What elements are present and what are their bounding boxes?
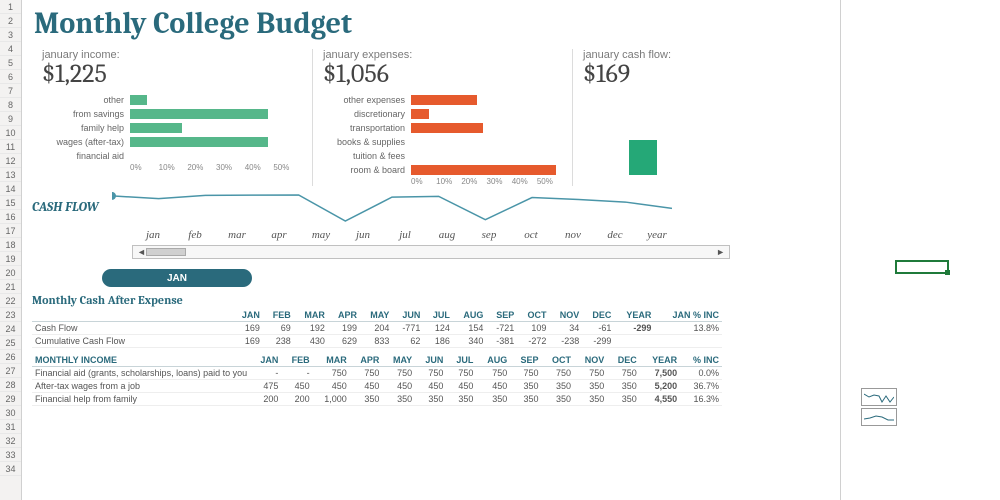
scroll-right-icon[interactable]: ►	[716, 247, 725, 257]
sparkline-thumbnail[interactable]	[861, 408, 897, 426]
bar-row: transportation	[323, 121, 562, 135]
month-label[interactable]: dec	[594, 229, 636, 241]
month-label[interactable]: nov	[552, 229, 594, 241]
cashflow-section: CASH FLOW janfebmaraprmayjunjulaugsepoct…	[32, 192, 830, 259]
side-pane	[840, 0, 1000, 500]
month-label[interactable]: year	[636, 229, 678, 241]
expense-card: january expenses: $1,056 other expensesd…	[312, 49, 572, 186]
sparkline-thumbnail[interactable]	[861, 388, 897, 406]
cashflow-sparkline	[112, 192, 672, 224]
month-label[interactable]: jul	[384, 229, 426, 241]
months-axis: janfebmaraprmayjunjulaugsepoctnovdecyear	[32, 229, 830, 241]
bar-row: discretionary	[323, 107, 562, 121]
table-row[interactable]: Financial aid (grants, scholarships, loa…	[32, 367, 722, 380]
selected-cell-indicator[interactable]	[895, 260, 949, 274]
income-table[interactable]: MONTHLY INCOMEJANFEBMARAPRMAYJUNJULAUGSE…	[32, 354, 722, 406]
month-label[interactable]: may	[300, 229, 342, 241]
month-label[interactable]: mar	[216, 229, 258, 241]
cashflow-bar-chart	[583, 95, 702, 175]
bar-row: family help	[42, 121, 302, 135]
month-label[interactable]: jun	[342, 229, 384, 241]
scrollbar[interactable]: ◄ ►	[132, 245, 730, 259]
month-label[interactable]: aug	[426, 229, 468, 241]
month-label[interactable]: apr	[258, 229, 300, 241]
table-row[interactable]: Cumulative Cash Flow16923843062983362186…	[32, 335, 722, 348]
table-row[interactable]: Financial help from family2002001,000350…	[32, 393, 722, 406]
table-row[interactable]: Cash Flow16969192199204-771124154-721109…	[32, 322, 722, 335]
bar-row: room & board	[323, 163, 562, 177]
month-label[interactable]: oct	[510, 229, 552, 241]
bar-row: tuition & fees	[323, 149, 562, 163]
bar-row: other expenses	[323, 93, 562, 107]
month-label[interactable]: jan	[132, 229, 174, 241]
page-title: Monthly College Budget	[34, 6, 830, 41]
month-tab[interactable]: JAN	[102, 269, 252, 287]
expense-bar-chart: other expensesdiscretionarytransportatio…	[323, 93, 562, 186]
income-value: $1,225	[42, 59, 302, 89]
summary-row: january income: $1,225 otherfrom savings…	[32, 49, 830, 186]
income-bar-chart: otherfrom savingsfamily helpwages (after…	[42, 93, 302, 172]
bar-row: from savings	[42, 107, 302, 121]
cash-table-title: Monthly Cash After Expense	[32, 293, 830, 307]
bar-row: other	[42, 93, 302, 107]
row-number-gutter[interactable]: 1234567891011121314151617181920212223242…	[0, 0, 22, 500]
income-card: january income: $1,225 otherfrom savings…	[32, 49, 312, 186]
month-label[interactable]: feb	[174, 229, 216, 241]
table-row[interactable]: After-tax wages from a job47545045045045…	[32, 380, 722, 393]
cashflow-card: january cash flow: $169	[572, 49, 712, 186]
cash-table[interactable]: JANFEBMARAPRMAYJUNJULAUGSEPOCTNOVDECYEAR…	[32, 309, 722, 348]
worksheet[interactable]: Monthly College Budget january income: $…	[22, 0, 840, 500]
cashflow-value: $169	[583, 59, 702, 89]
scroll-thumb[interactable]	[146, 248, 186, 256]
monthly-income-table: MONTHLY INCOMEJANFEBMARAPRMAYJUNJULAUGSE…	[32, 354, 830, 406]
scroll-left-icon[interactable]: ◄	[137, 247, 146, 257]
expense-value: $1,056	[323, 59, 562, 89]
cashflow-title: CASH FLOW	[32, 200, 99, 215]
cash-after-expense-table: Monthly Cash After Expense JANFEBMARAPRM…	[32, 293, 830, 348]
bar-row: wages (after-tax)	[42, 135, 302, 149]
bar-row: financial aid	[42, 149, 302, 163]
month-label[interactable]: sep	[468, 229, 510, 241]
bar-row: books & supplies	[323, 135, 562, 149]
